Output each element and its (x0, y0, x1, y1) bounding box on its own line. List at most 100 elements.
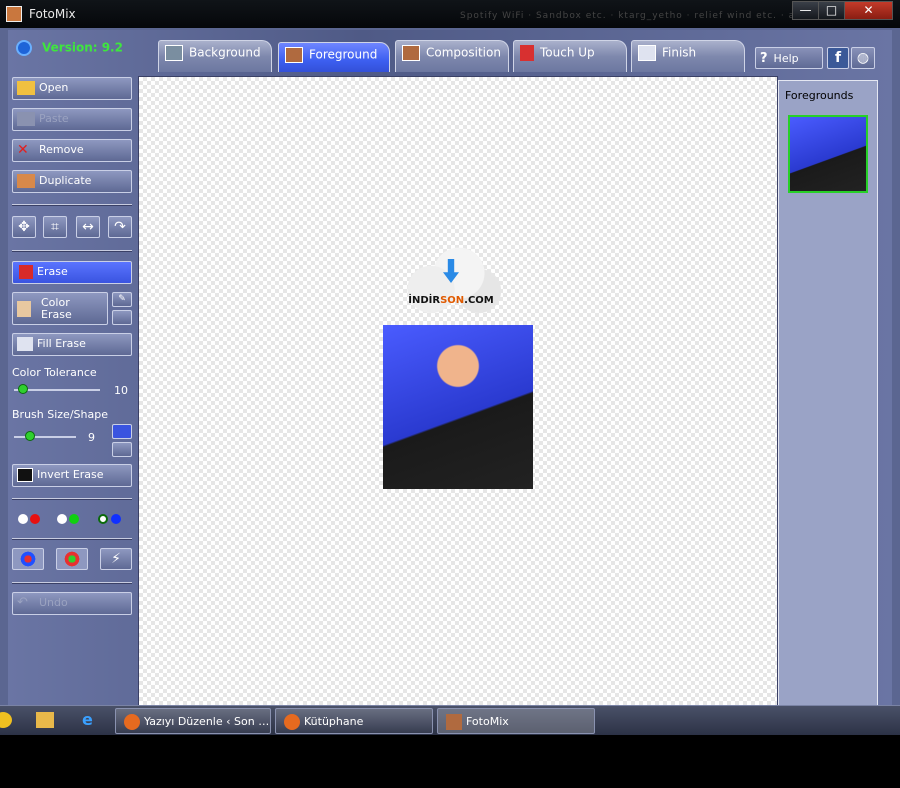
color-pair-white-red[interactable] (18, 514, 28, 524)
duplicate-button[interactable]: Duplicate (12, 170, 132, 193)
finish-tab-icon (638, 45, 656, 61)
color-picker-icon[interactable] (56, 548, 88, 570)
brush-size-knob[interactable] (24, 431, 35, 441)
color-tolerance-knob[interactable] (17, 384, 28, 394)
square-brush-icon[interactable] (112, 442, 132, 457)
taskbar-label: Kütüphane (304, 715, 364, 728)
taskbar-item-wordpress[interactable]: Yazıyı Düzenle ‹ Son … (115, 708, 271, 734)
paste-label: Paste (39, 112, 69, 125)
watermark-part: SON (440, 295, 465, 306)
invert-icon (17, 468, 33, 482)
facebook-icon[interactable]: f (827, 47, 849, 69)
internet-explorer-icon[interactable]: e (82, 712, 100, 728)
color-erase-button[interactable]: Color Erase (12, 292, 108, 325)
tab-composition[interactable]: Composition (395, 40, 509, 72)
tab-label: Foreground (309, 47, 378, 62)
flip-icon[interactable]: ↔ (76, 216, 100, 238)
color-erase-label: Erase (41, 308, 72, 321)
color-pair-white-blue[interactable] (98, 514, 108, 524)
background-tab-icon (165, 45, 183, 61)
foreground-tab-icon (285, 47, 303, 63)
foreground-photo[interactable] (383, 325, 533, 489)
help-button[interactable]: ? Help (755, 47, 823, 69)
tab-touch-up[interactable]: Touch Up (513, 40, 627, 72)
file-explorer-icon[interactable] (36, 712, 54, 728)
fotomix-app-icon (6, 6, 22, 22)
erase-label: Erase (37, 265, 68, 278)
close-button[interactable]: ✕ (844, 1, 893, 20)
round-brush-icon[interactable] (112, 424, 132, 439)
tab-background[interactable]: Background (158, 40, 272, 72)
sidebar-divider (12, 498, 132, 500)
globe-icon[interactable]: ◍ (851, 47, 875, 69)
sidebar-divider (12, 204, 132, 206)
pipette-icon[interactable]: ✎ (112, 292, 132, 307)
erase-button[interactable]: Erase (12, 261, 132, 284)
version-text: Version: 9.2 (42, 40, 123, 55)
rotate-icon[interactable]: ↷ (108, 216, 132, 238)
background-window-text: Spotify WiFi · Sandbox etc. · ktarg_yeth… (460, 11, 850, 21)
undo-icon: ↶ (17, 595, 28, 610)
duplicate-icon (17, 174, 35, 188)
version-label: Version: 9.2 (16, 40, 123, 56)
open-button[interactable]: Open (12, 77, 132, 100)
red-dot (30, 514, 40, 524)
composition-tab-icon (402, 45, 420, 61)
magic-wand-icon[interactable]: ⚡ (100, 548, 132, 570)
title-bar: FotoMix Spotify WiFi · Sandbox etc. · kt… (0, 0, 900, 28)
sidebar-divider (12, 250, 132, 252)
color-tolerance-label: Color Tolerance (12, 366, 97, 379)
brush-size-label: Brush Size/Shape (12, 408, 108, 421)
foreground-thumbnail[interactable] (788, 115, 868, 193)
taskbar-item-fotomix[interactable]: FotoMix (437, 708, 595, 734)
tab-label: Finish (662, 45, 697, 60)
window-title: FotoMix (29, 7, 76, 21)
firefox-icon (124, 714, 140, 730)
folder-open-icon (17, 81, 35, 95)
maximize-button[interactable]: □ (818, 1, 845, 20)
start-orb-icon[interactable] (0, 712, 12, 728)
color-pair-white-green[interactable] (57, 514, 67, 524)
remove-label: Remove (39, 143, 84, 156)
color-tolerance-value: 10 (114, 384, 128, 397)
watermark-text: İNDİRSON.COM (401, 295, 501, 306)
watermark-part: İNDİR (408, 295, 441, 306)
brush-size-slider[interactable] (14, 436, 76, 438)
client-area: Version: 9.2 Background Foreground Compo… (8, 30, 892, 735)
foregrounds-panel: Foregrounds (778, 80, 878, 710)
question-icon: ? (760, 51, 768, 66)
eraser-icon (19, 265, 33, 279)
move-icon[interactable]: ✥ (12, 216, 36, 238)
remove-button[interactable]: ✕ Remove (12, 139, 132, 162)
foregrounds-title: Foregrounds (785, 89, 854, 102)
brush-size-value: 9 (88, 431, 95, 444)
fill-erase-button[interactable]: Fill Erase (12, 333, 132, 356)
taskbar-item-library[interactable]: Kütüphane (275, 708, 433, 734)
indirson-watermark: İNDİRSON.COM (401, 245, 501, 323)
tab-finish[interactable]: Finish (631, 40, 745, 72)
open-label: Open (39, 81, 69, 94)
remove-x-icon: ✕ (17, 142, 29, 158)
fotomix-icon (446, 714, 462, 730)
app-window: FotoMix Spotify WiFi · Sandbox etc. · kt… (0, 0, 900, 735)
tab-foreground[interactable]: Foreground (278, 42, 390, 72)
color-swatch-icon[interactable] (112, 310, 132, 325)
firefox-icon (284, 714, 300, 730)
tab-label: Composition (426, 45, 501, 60)
taskbar: e Yazıyı Düzenle ‹ Son … Kütüphane FotoM… (0, 705, 900, 735)
editing-canvas[interactable]: İNDİRSON.COM (138, 76, 778, 708)
paste-button[interactable]: Paste (12, 108, 132, 131)
taskbar-label: FotoMix (466, 715, 509, 728)
sidebar: Open Paste ✕ Remove Duplicate ✥ ⌗ ↔ ↷ Era… (8, 72, 136, 712)
taskbar-label: Yazıyı Düzenle ‹ Son … (144, 715, 270, 728)
fill-bucket-icon (17, 337, 33, 351)
minimize-button[interactable]: — (792, 1, 819, 20)
brush-tab-icon (520, 45, 534, 61)
crop-icon[interactable]: ⌗ (43, 216, 67, 238)
sidebar-divider (12, 582, 132, 584)
invert-erase-button[interactable]: Invert Erase (12, 464, 132, 487)
color-wheel-icon[interactable] (12, 548, 44, 570)
watermark-part: .COM (464, 295, 494, 306)
invert-erase-label: Invert Erase (37, 468, 104, 481)
undo-button[interactable]: ↶ Undo (12, 592, 132, 615)
